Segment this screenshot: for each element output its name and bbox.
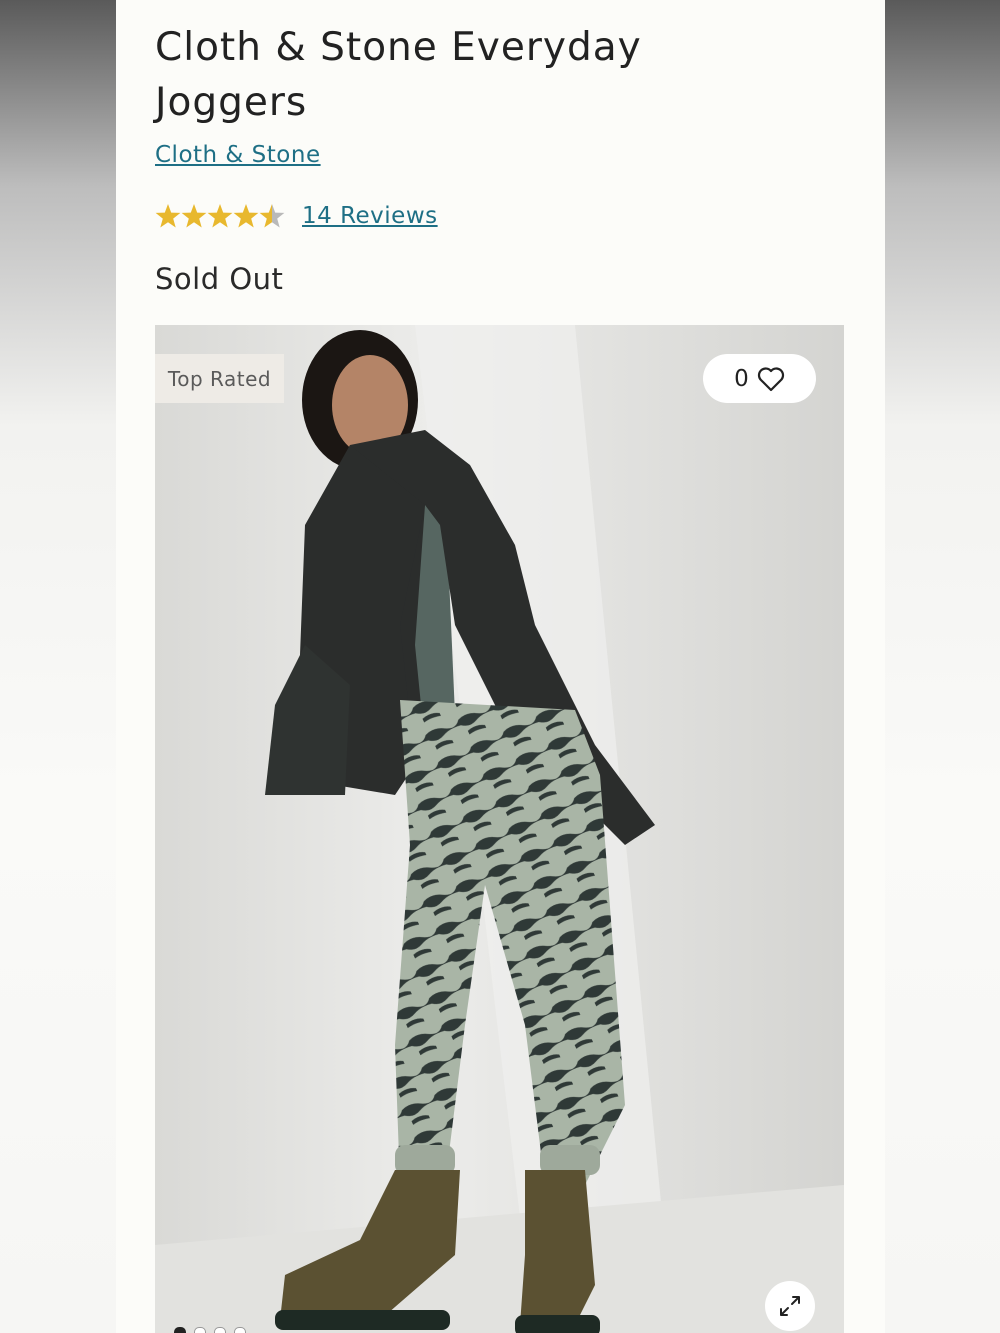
- product-page: Cloth & Stone Everyday Joggers Cloth & S…: [116, 0, 885, 1333]
- star-rating: [155, 202, 285, 230]
- star-rating-icon: [155, 204, 285, 228]
- product-title: Cloth & Stone Everyday Joggers: [155, 25, 642, 125]
- carousel-dot[interactable]: [234, 1327, 246, 1333]
- stock-status: Sold Out: [155, 262, 284, 296]
- favorite-button[interactable]: 0: [703, 354, 816, 403]
- expand-icon: [780, 1296, 800, 1316]
- top-rated-badge: Top Rated: [155, 354, 284, 403]
- heart-icon: [757, 366, 784, 391]
- carousel-dot[interactable]: [174, 1327, 186, 1333]
- brand-link[interactable]: Cloth & Stone: [155, 142, 321, 168]
- carousel-dot[interactable]: [194, 1327, 206, 1333]
- favorite-count: 0: [734, 365, 749, 392]
- carousel-dot[interactable]: [214, 1327, 226, 1333]
- product-image-gallery[interactable]: Top Rated 0: [155, 325, 844, 1333]
- zoom-button[interactable]: [765, 1281, 815, 1331]
- product-photo: [155, 325, 844, 1333]
- reviews-link[interactable]: 14 Reviews: [302, 203, 438, 229]
- carousel-dots: [174, 1327, 246, 1333]
- rating-row: 14 Reviews: [155, 200, 438, 232]
